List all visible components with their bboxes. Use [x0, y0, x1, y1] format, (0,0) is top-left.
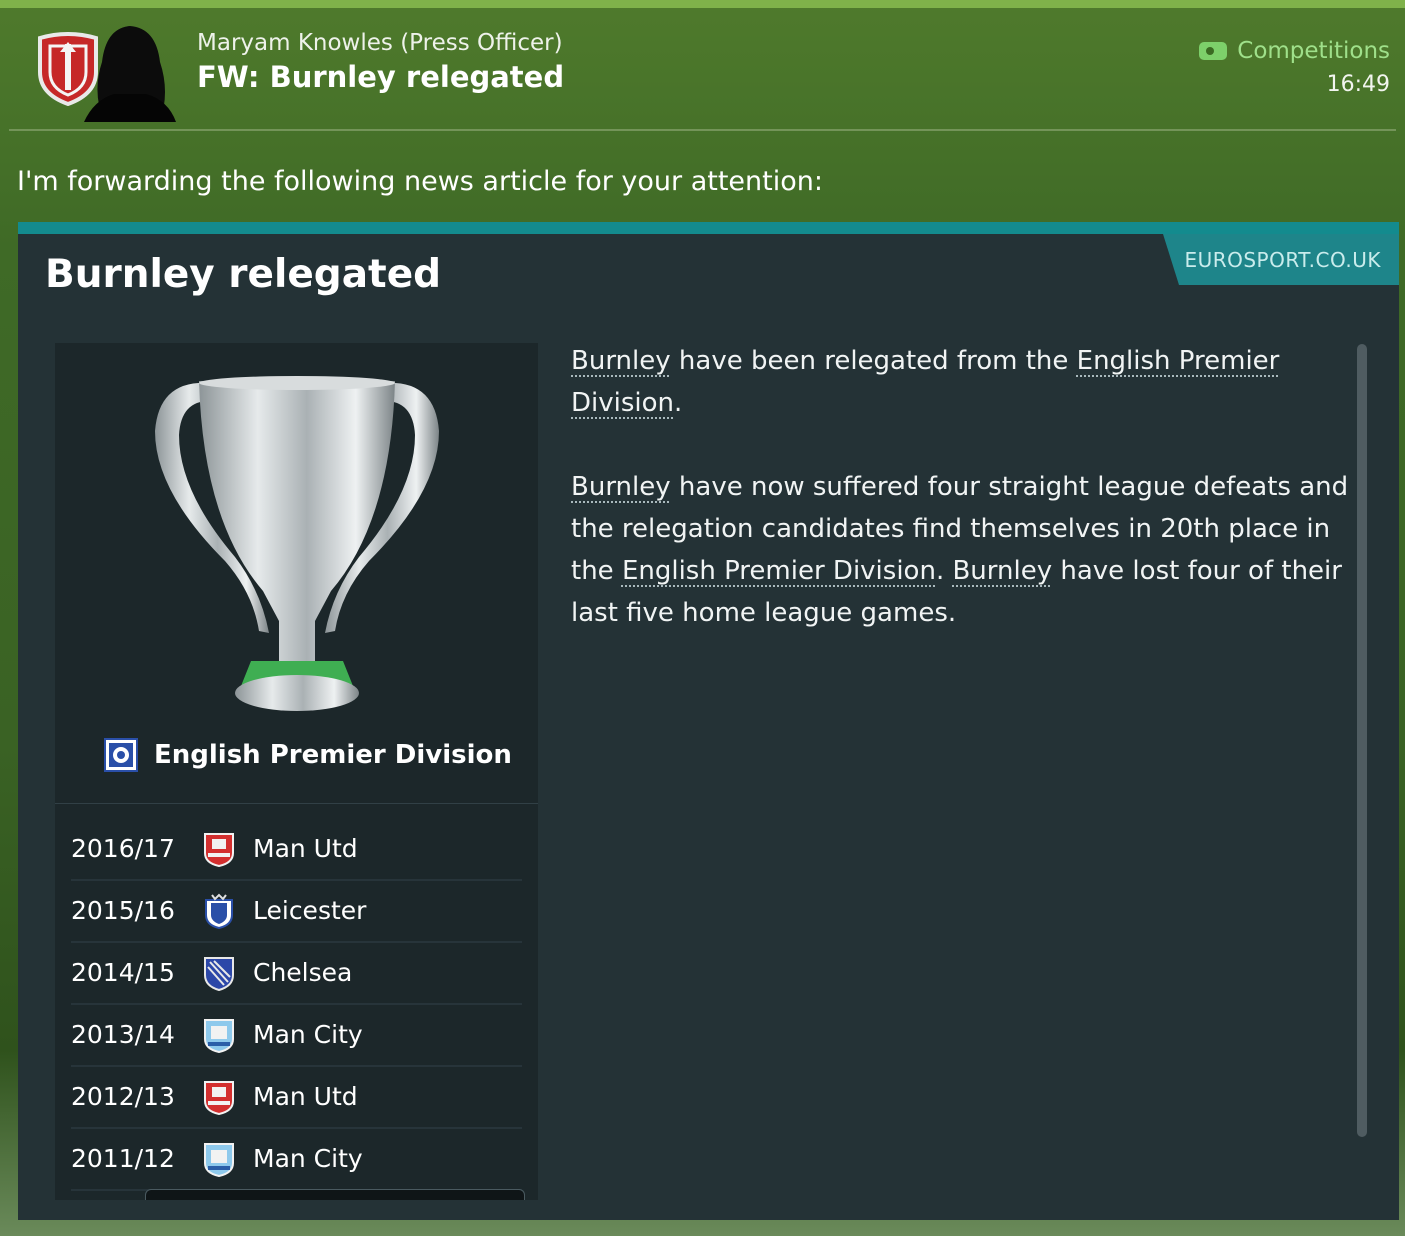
- competition-link[interactable]: English Premier Division: [622, 556, 936, 586]
- sender-role: (Press Officer): [400, 30, 563, 56]
- club-link[interactable]: Burnley: [571, 346, 671, 376]
- history-row[interactable]: 2013/14 Man City: [71, 1005, 522, 1067]
- message-intro: I'm forwarding the following news articl…: [17, 166, 823, 197]
- article-paragraph: Burnley have now suffered four straight …: [571, 466, 1351, 634]
- man-utd-crest-icon: [204, 1081, 234, 1115]
- sender-avatar[interactable]: [84, 22, 176, 122]
- man-city-crest-icon: [204, 1019, 234, 1053]
- article-body: Burnley have been relegated from the Eng…: [571, 340, 1351, 676]
- season: 2013/14: [71, 1020, 175, 1049]
- history-row[interactable]: 2015/16 Leicester: [71, 881, 522, 943]
- club-name[interactable]: Man City: [253, 1144, 363, 1173]
- sender-name[interactable]: Maryam Knowles: [197, 30, 393, 56]
- horizontal-scrollbar[interactable]: [145, 1189, 525, 1200]
- article-source: EUROSPORT.CO.UK: [1163, 234, 1399, 285]
- article-headline: Burnley relegated: [45, 252, 442, 297]
- competition-name[interactable]: English Premier Division: [154, 740, 512, 770]
- season: 2015/16: [71, 896, 175, 925]
- message-subject: FW: Burnley relegated: [197, 60, 565, 94]
- season: 2011/12: [71, 1144, 175, 1173]
- competition-logo-icon: [104, 738, 138, 772]
- chelsea-crest-icon: [204, 957, 234, 991]
- man-utd-crest-icon: [204, 833, 234, 867]
- history-row[interactable]: 2014/15 Chelsea: [71, 943, 522, 1005]
- leicester-crest-icon: [205, 893, 233, 929]
- club-name[interactable]: Chelsea: [253, 958, 352, 987]
- club-name[interactable]: Man Utd: [253, 1082, 358, 1111]
- article-text: .: [674, 388, 683, 418]
- club-link[interactable]: Burnley: [571, 472, 671, 502]
- article-paragraph: Burnley have been relegated from the Eng…: [571, 340, 1351, 424]
- history-row[interactable]: 2011/12 Man City: [71, 1129, 522, 1191]
- sender[interactable]: Maryam Knowles (Press Officer): [197, 30, 563, 56]
- season: 2012/13: [71, 1082, 175, 1111]
- message-time: 16:49: [1326, 72, 1390, 97]
- category-link[interactable]: Competitions: [1199, 38, 1390, 64]
- club-name[interactable]: Man City: [253, 1020, 363, 1049]
- top-accent-bar: [0, 0, 1405, 8]
- panel-accent-stripe: [18, 222, 1399, 234]
- card-divider: [55, 803, 538, 804]
- competition-card: English Premier Division 2016/17 Man Utd…: [55, 343, 538, 1200]
- club-name[interactable]: Leicester: [253, 896, 366, 925]
- season: 2014/15: [71, 958, 175, 987]
- club-link[interactable]: Burnley: [952, 556, 1052, 586]
- news-article-panel: EUROSPORT.CO.UK Burnley relegated Englis…: [18, 222, 1399, 1220]
- trophy-icon: [155, 376, 439, 711]
- category-label[interactable]: Competitions: [1237, 38, 1390, 64]
- article-text: .: [935, 556, 953, 586]
- season: 2016/17: [71, 834, 175, 863]
- history-row[interactable]: 2016/17 Man Utd: [71, 819, 522, 881]
- club-name[interactable]: Man Utd: [253, 834, 358, 863]
- history-row[interactable]: 2012/13 Man Utd: [71, 1067, 522, 1129]
- winners-history-list: 2016/17 Man Utd 2015/16 Leicester 2014/1…: [55, 819, 538, 1191]
- competition-title[interactable]: English Premier Division: [104, 738, 512, 772]
- ticket-icon: [1199, 42, 1228, 60]
- vertical-scrollbar[interactable]: [1357, 344, 1367, 1137]
- header-divider: [9, 129, 1396, 131]
- article-text: have been relegated from the: [670, 346, 1077, 376]
- man-city-crest-icon: [204, 1143, 234, 1177]
